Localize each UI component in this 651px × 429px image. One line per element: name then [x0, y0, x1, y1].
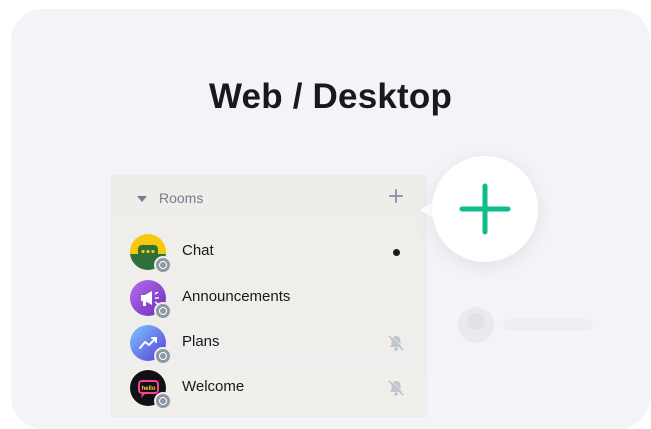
add-room-callout[interactable]: [432, 156, 538, 262]
bell-off-icon[interactable]: [386, 378, 406, 398]
room-item-welcome[interactable]: hello Welcome: [112, 366, 426, 410]
caret-down-icon[interactable]: [137, 196, 147, 202]
room-list-panel: Rooms Chat Announcements Plans hello Wel…: [112, 176, 426, 416]
public-room-badge-icon: [154, 347, 172, 365]
room-name: Chat: [182, 242, 214, 259]
plus-icon: [389, 189, 403, 203]
add-room-button[interactable]: [386, 186, 406, 206]
rooms-section-header[interactable]: Rooms: [112, 176, 426, 224]
room-item-announcements[interactable]: Announcements: [112, 276, 426, 320]
room-name: Welcome: [182, 378, 245, 395]
svg-text:hello: hello: [141, 386, 155, 392]
public-room-badge-icon: [154, 392, 172, 410]
plus-icon: [459, 183, 511, 235]
room-name: Announcements: [182, 288, 291, 305]
room-item-plans[interactable]: Plans: [112, 321, 426, 365]
room-item-chat[interactable]: Chat: [112, 230, 426, 274]
faded-placeholder-line: [503, 319, 593, 331]
faded-avatar: [458, 307, 494, 343]
page-title: Web / Desktop: [208, 77, 453, 116]
bell-off-icon[interactable]: [386, 333, 406, 353]
public-room-badge-icon: [154, 256, 172, 274]
rooms-section-label: Rooms: [159, 190, 204, 206]
unread-dot-icon: [393, 249, 400, 256]
room-name: Plans: [182, 333, 220, 350]
public-room-badge-icon: [154, 302, 172, 320]
